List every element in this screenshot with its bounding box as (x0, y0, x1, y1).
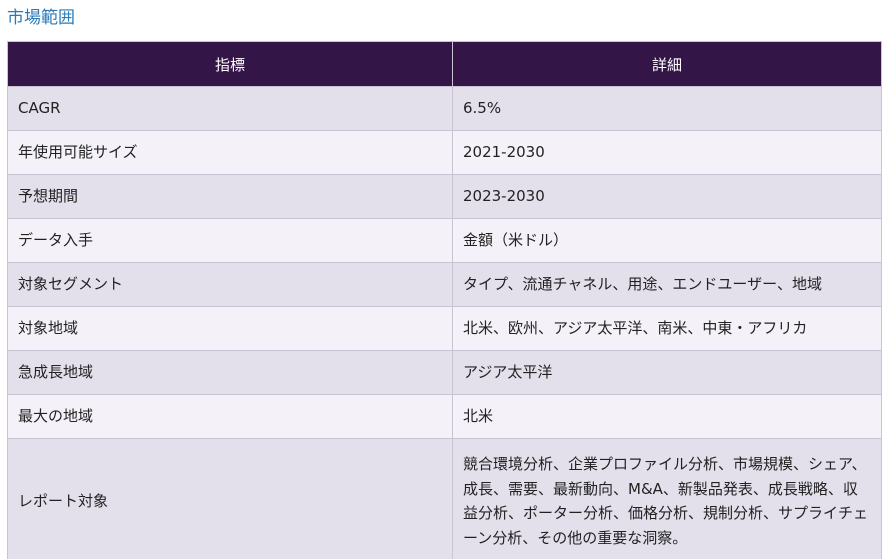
cell-detail: 金額（米ドル） (452, 218, 882, 263)
table-row: 最大の地域 北米 (7, 394, 882, 439)
table-row: 対象地域 北米、欧州、アジア太平洋、南米、中東・アフリカ (7, 306, 882, 351)
table-header-row: 指標 詳細 (7, 41, 882, 87)
table-row: 急成長地域 アジア太平洋 (7, 350, 882, 395)
cell-metric: 予想期間 (7, 174, 453, 219)
table-row: CAGR 6.5% (7, 86, 882, 131)
table-row: レポート対象 競合環境分析、企業プロファイル分析、市場規模、シェア、成長、需要、… (7, 438, 882, 559)
cell-metric: 最大の地域 (7, 394, 453, 439)
cell-detail: 6.5% (452, 86, 882, 131)
cell-metric: レポート対象 (7, 438, 453, 559)
cell-detail: 2023-2030 (452, 174, 882, 219)
cell-metric: データ入手 (7, 218, 453, 263)
table-row: 年使用可能サイズ 2021-2030 (7, 130, 882, 175)
cell-detail: 北米、欧州、アジア太平洋、南米、中東・アフリカ (452, 306, 882, 351)
cell-detail: 北米 (452, 394, 882, 439)
page: 市場範囲 指標 詳細 CAGR 6.5% 年使用可能サイズ 2021-2030 … (0, 0, 883, 559)
cell-metric: 急成長地域 (7, 350, 453, 395)
cell-metric: 対象地域 (7, 306, 453, 351)
table-row: 対象セグメント タイプ、流通チャネル、用途、エンドユーザー、地域 (7, 262, 882, 307)
cell-metric: 年使用可能サイズ (7, 130, 453, 175)
cell-detail: タイプ、流通チャネル、用途、エンドユーザー、地域 (452, 262, 882, 307)
cell-detail: 競合環境分析、企業プロファイル分析、市場規模、シェア、成長、需要、最新動向、M&… (452, 438, 882, 559)
cell-detail: 2021-2030 (452, 130, 882, 175)
market-scope-table: 指標 詳細 CAGR 6.5% 年使用可能サイズ 2021-2030 予想期間 … (7, 41, 882, 559)
table-row: データ入手 金額（米ドル） (7, 218, 882, 263)
section-title: 市場範囲 (7, 8, 75, 28)
cell-detail: アジア太平洋 (452, 350, 882, 395)
header-detail: 詳細 (452, 41, 882, 87)
cell-metric: 対象セグメント (7, 262, 453, 307)
header-metric: 指標 (7, 41, 453, 87)
table-row: 予想期間 2023-2030 (7, 174, 882, 219)
cell-metric: CAGR (7, 86, 453, 131)
